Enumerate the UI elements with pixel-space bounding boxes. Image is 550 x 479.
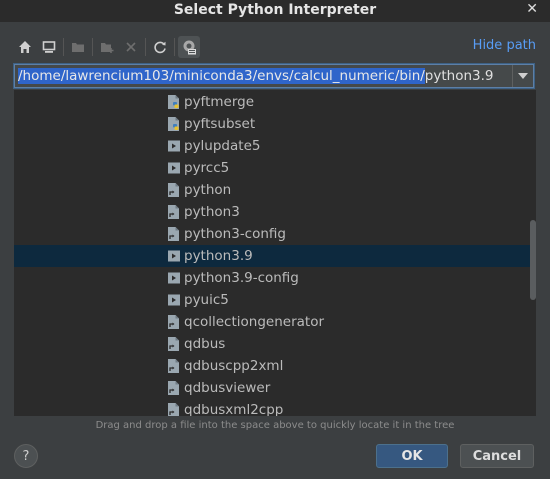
tree-item[interactable]: qdbus [14, 333, 530, 355]
executable-icon [166, 270, 182, 286]
tree-item[interactable]: pyftsubset [14, 113, 530, 135]
symlink-icon [166, 380, 182, 396]
drag-drop-hint: Drag and drop a file into the space abov… [95, 420, 455, 431]
executable-icon [166, 138, 182, 154]
tree-item[interactable]: pyuic5 [14, 289, 530, 311]
symlink-icon [166, 314, 182, 330]
path-history-dropdown[interactable] [512, 65, 533, 87]
executable-icon [166, 292, 182, 308]
new-folder-button[interactable] [96, 36, 118, 58]
tree-item-label: qcollectiongenerator [184, 314, 325, 330]
tree-item[interactable]: qdbuscpp2xml [14, 355, 530, 377]
symlink-icon [166, 182, 182, 198]
delete-icon [126, 42, 136, 52]
tree-item-label: python3 [184, 204, 240, 220]
tree-item-label: pyftsubset [184, 116, 256, 132]
tree-item[interactable]: pyrcc5 [14, 157, 530, 179]
tree-item-label: python [184, 182, 232, 198]
tree-item[interactable]: python3-config [14, 223, 530, 245]
toolbar [14, 36, 202, 58]
hide-path-link[interactable]: Hide path [473, 38, 536, 53]
tree-item[interactable]: qdbusviewer [14, 377, 530, 399]
executable-icon [166, 248, 182, 264]
tree-item-label: python3.9-config [184, 270, 299, 286]
symlink-icon [166, 336, 182, 352]
symlink-icon [166, 358, 182, 374]
select-interpreter-dialog: Select Python Interpreter ✕ Hide path /h… [0, 0, 550, 479]
tree-item-label: pyrcc5 [184, 160, 230, 176]
symlink-icon [166, 204, 182, 220]
title-bar: Select Python Interpreter ✕ [0, 0, 550, 22]
symlink-icon [166, 226, 182, 242]
tree-item-label: python3.9 [184, 248, 253, 264]
tree-item-label: qdbusviewer [184, 380, 271, 396]
python-script-icon [166, 116, 182, 132]
show-hidden-files-button[interactable] [178, 36, 200, 58]
delete-button[interactable] [120, 36, 142, 58]
tree-item-label: qdbus [184, 336, 226, 352]
tree-scrollbar[interactable] [530, 90, 536, 416]
tree-item-label: qdbusxml2cpp [184, 402, 284, 416]
tree-item-label: qdbuscpp2xml [184, 358, 284, 374]
toolbar-separator [145, 38, 146, 56]
ok-button[interactable]: OK [376, 444, 448, 468]
close-button[interactable]: ✕ [526, 1, 538, 17]
tree-item[interactable]: python3 [14, 201, 530, 223]
tree-item-label: python3-config [184, 226, 286, 242]
refresh-button[interactable] [149, 36, 171, 58]
scrollbar-thumb[interactable] [530, 220, 536, 300]
python-script-icon [166, 94, 182, 110]
tree-item-label: pyuic5 [184, 292, 229, 308]
path-text: /home/lawrencium103/miniconda3/envs/calc… [18, 67, 494, 85]
tree-item[interactable]: qcollectiongenerator [14, 311, 530, 333]
toolbar-separator [92, 38, 93, 56]
executable-icon [166, 160, 182, 176]
tree-item-label: pylupdate5 [184, 138, 261, 154]
refresh-icon [154, 41, 166, 54]
file-tree[interactable]: qdbusxml2cpp qdbusviewer qdbuscpp2xml qdbus… [14, 90, 536, 416]
home-button[interactable] [14, 36, 36, 58]
symlink-icon [166, 402, 182, 416]
home-icon [19, 41, 31, 53]
path-unselected-text: python3.9 [424, 68, 494, 84]
help-button[interactable]: ? [14, 444, 38, 468]
tree-item-label: pyftmerge [184, 94, 255, 110]
tree-item[interactable]: python3.9 [14, 245, 530, 267]
cancel-button[interactable]: Cancel [460, 444, 534, 468]
tree-item[interactable]: python3.9-config [14, 267, 530, 289]
toolbar-separator [63, 38, 64, 56]
toolbar-separator [174, 38, 175, 56]
tree-item[interactable]: pylupdate5 [14, 135, 530, 157]
chevron-down-icon [518, 73, 528, 79]
new-folder-icon [101, 43, 114, 53]
path-input[interactable]: /home/lawrencium103/miniconda3/envs/calc… [14, 64, 534, 88]
project-folder-icon [72, 43, 84, 52]
tree-item[interactable]: qdbusxml2cpp [14, 399, 530, 416]
tree-item[interactable]: python [14, 179, 530, 201]
dialog-title: Select Python Interpreter [173, 2, 377, 18]
desktop-icon [42, 41, 56, 53]
desktop-button[interactable] [38, 36, 60, 58]
path-selected-text: /home/lawrencium103/miniconda3/envs/calc… [18, 68, 425, 84]
project-folder-button[interactable] [67, 36, 89, 58]
show-hidden-files-icon [183, 40, 196, 55]
tree-item[interactable]: pyftmerge [14, 91, 530, 113]
